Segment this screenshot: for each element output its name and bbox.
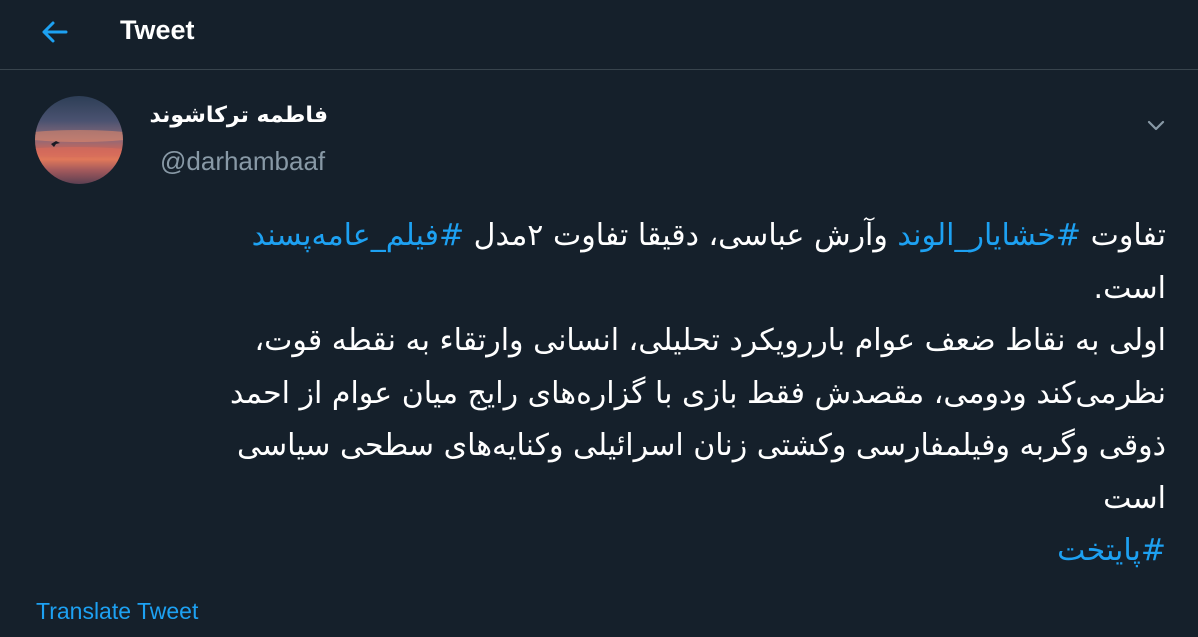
author-name[interactable]: فاطمه ترکاشوند	[149, 99, 328, 133]
tweet-line: نظرمی‌کند ودومی، مقصدش فقط بازی با گزاره…	[230, 375, 1166, 411]
top-bar: Tweet	[0, 0, 1198, 70]
translate-tweet-link[interactable]: Translate Tweet	[36, 596, 198, 626]
tweet-line: تفاوت #خشایار_الوند وآرش عباسی، دقیقا تف…	[46, 210, 1166, 263]
hashtag-link[interactable]: #فیلم_عامه‌پسند	[252, 218, 465, 253]
hashtag-link[interactable]: #پایتخت	[1057, 533, 1166, 568]
tweet-line: #پایتخت	[46, 525, 1166, 578]
avatar[interactable]	[35, 96, 123, 184]
back-arrow-icon[interactable]	[36, 14, 72, 50]
hashtag-link[interactable]: #خشایار_الوند	[897, 218, 1081, 253]
page-title: Tweet	[120, 15, 195, 45]
tweet-line: است.	[1093, 270, 1166, 306]
tweet-text-segment: وآرش عباسی، دقیقا تفاوت ۲مدل	[464, 218, 898, 253]
tweet-line: اولی به نقاط ضعف عوام باررویکرد تحلیلی، …	[254, 323, 1166, 358]
tweet-line: است	[1103, 480, 1166, 516]
tweet-text-segment: تفاوت	[1081, 218, 1166, 253]
tweet-line: ذوقی وگربه وفیلمفارسی وکشتی زنان اسرائیل…	[236, 428, 1166, 463]
chevron-down-icon[interactable]	[1143, 112, 1169, 138]
tweet-text: تفاوت #خشایار_الوند وآرش عباسی، دقیقا تف…	[46, 210, 1166, 578]
author-handle[interactable]: @darhambaaf	[160, 144, 325, 178]
